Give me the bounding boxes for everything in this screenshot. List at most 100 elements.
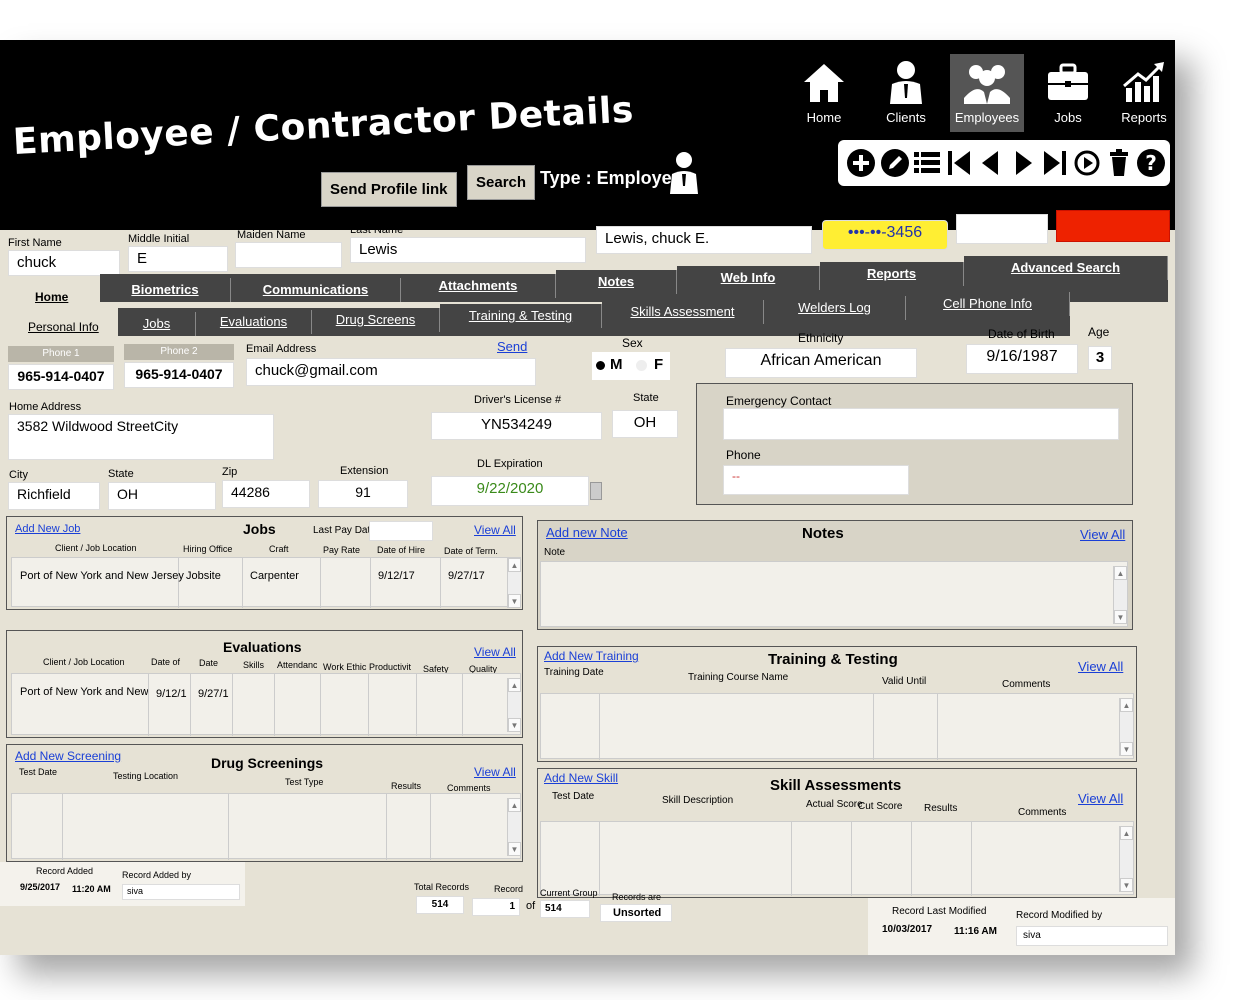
maiden-name-field[interactable] xyxy=(235,242,342,268)
display-name-field[interactable]: Lewis, chuck E. xyxy=(596,226,812,254)
add-new-note-link[interactable]: Add new Note xyxy=(546,525,628,540)
tab-home[interactable]: Home xyxy=(35,290,69,304)
employment-status-field[interactable] xyxy=(1056,210,1170,242)
dl-state-field[interactable]: OH xyxy=(612,410,678,438)
tab-advanced-search[interactable]: Advanced Search xyxy=(964,256,1168,280)
middle-initial-field[interactable]: E xyxy=(128,246,228,272)
phone1-label: Phone 1 xyxy=(8,346,114,362)
skills-scrollbar[interactable]: ▲ ▼ xyxy=(1119,826,1133,892)
emergency-contact-field[interactable] xyxy=(723,408,1119,440)
skills-view-all-link[interactable]: View All xyxy=(1078,791,1123,806)
add-new-job-link[interactable]: Add New Job xyxy=(15,523,80,535)
skills-col-date: Test Date xyxy=(552,791,595,802)
tab-jobs[interactable]: Jobs xyxy=(118,312,196,336)
email-field[interactable]: chuck@gmail.com xyxy=(246,358,536,386)
list-icon[interactable] xyxy=(912,148,942,178)
send-email-link[interactable]: Send xyxy=(497,339,527,354)
tab-biometrics[interactable]: Biometrics xyxy=(100,278,231,302)
employee-number-field[interactable] xyxy=(956,214,1048,244)
plus-icon[interactable] xyxy=(846,148,876,178)
tab-notes[interactable]: Notes xyxy=(556,270,677,294)
last-icon[interactable] xyxy=(1040,148,1070,178)
nav-jobs[interactable]: Jobs xyxy=(1042,58,1094,125)
add-new-training-link[interactable]: Add New Training xyxy=(544,649,639,663)
eval-cell-client[interactable]: Port of New York and New xyxy=(20,686,148,698)
tab-skills-assessment[interactable]: Skills Assessment xyxy=(602,300,764,324)
dl-expiration-field[interactable]: 9/22/2020 xyxy=(431,476,589,506)
help-icon[interactable]: ? xyxy=(1136,148,1166,178)
first-name-field[interactable]: chuck xyxy=(8,250,120,276)
record-number-field[interactable]: 1 xyxy=(472,898,520,916)
calendar-icon[interactable] xyxy=(590,482,602,500)
tab-personal-info[interactable]: Personal Info xyxy=(28,320,99,334)
add-new-screening-link[interactable]: Add New Screening xyxy=(15,749,121,763)
jobs-cell-hire[interactable]: 9/12/17 xyxy=(378,570,415,582)
jobs-view-all-link[interactable]: View All xyxy=(474,523,516,537)
last-pay-date-field[interactable] xyxy=(369,521,433,541)
training-view-all-link[interactable]: View All xyxy=(1078,659,1123,674)
edit-icon[interactable] xyxy=(880,148,910,178)
dob-field[interactable]: 9/16/1987 xyxy=(966,344,1078,374)
jobs-cell-office[interactable]: Jobsite xyxy=(186,570,221,582)
home-address-field[interactable]: 3582 Wildwood StreetCity xyxy=(8,414,274,460)
state-field[interactable]: OH xyxy=(108,482,216,510)
tab-web-info[interactable]: Web Info xyxy=(677,266,820,290)
phone1-field[interactable]: 965-914-0407 xyxy=(8,364,114,390)
footer-record-added: Record Added 9/25/2017 11:20 AM Record A… xyxy=(0,862,245,906)
emergency-phone-field[interactable]: -- xyxy=(723,465,909,495)
trash-icon[interactable] xyxy=(1104,148,1134,178)
tab-communications[interactable]: Communications xyxy=(231,278,401,302)
next-icon[interactable] xyxy=(1008,148,1038,178)
add-new-skill-link[interactable]: Add New Skill xyxy=(544,771,618,785)
phone2-field[interactable]: 965-914-0407 xyxy=(124,362,234,388)
nav-employees[interactable]: Employees xyxy=(950,54,1024,132)
jobs-cell-craft[interactable]: Carpenter xyxy=(250,570,299,582)
send-profile-button[interactable]: Send Profile link xyxy=(321,172,457,207)
last-name-field[interactable]: Lewis xyxy=(350,237,586,263)
drivers-license-field[interactable]: YN534249 xyxy=(431,412,602,440)
nav-home[interactable]: Home xyxy=(795,58,853,125)
nav-reports[interactable]: Reports xyxy=(1116,58,1172,125)
evaluations-scrollbar[interactable]: ▲ ▼ xyxy=(507,678,521,732)
skills-col-comments: Comments xyxy=(1018,807,1067,818)
sex-m-label: M xyxy=(610,356,623,373)
drug-scrollbar[interactable]: ▲ ▼ xyxy=(507,798,521,856)
ethnicity-label: Ethnicity xyxy=(798,331,844,345)
training-scrollbar[interactable]: ▲ ▼ xyxy=(1119,698,1133,756)
eval-col-date: Date xyxy=(199,658,219,668)
notes-view-all-link[interactable]: View All xyxy=(1080,527,1125,542)
zip-field[interactable]: 44286 xyxy=(222,480,310,508)
jobs-cell-term[interactable]: 9/27/17 xyxy=(448,570,485,582)
drug-view-all-link[interactable]: View All xyxy=(474,765,516,779)
sex-f-label: F xyxy=(654,356,664,373)
tab-training-testing[interactable]: Training & Testing xyxy=(440,304,602,328)
tab-reports[interactable]: Reports xyxy=(820,262,964,286)
tab-evaluations[interactable]: Evaluations xyxy=(196,310,312,334)
tab-attachments[interactable]: Attachments xyxy=(401,274,556,298)
tab-welders-log[interactable]: Welders Log xyxy=(764,296,906,320)
evaluations-view-all-link[interactable]: View All xyxy=(474,645,516,659)
eval-cell-date[interactable]: 9/27/1 xyxy=(198,688,229,700)
extension-field[interactable]: 91 xyxy=(318,480,408,508)
eval-cell-date-of[interactable]: 9/12/1 xyxy=(156,688,187,700)
sex-m-radio[interactable] xyxy=(596,361,605,370)
first-icon[interactable] xyxy=(944,148,974,178)
nav-clients[interactable]: Clients xyxy=(876,58,936,125)
jobs-cell-client[interactable]: Port of New York and New Jersey xyxy=(20,570,184,582)
current-group-field: 514 xyxy=(540,900,590,918)
tab-cell-phone-info[interactable]: Cell Phone Info xyxy=(906,292,1070,316)
play-icon[interactable] xyxy=(1072,148,1102,178)
prev-icon[interactable] xyxy=(976,148,1006,178)
tab-drug-screens[interactable]: Drug Screens xyxy=(312,308,440,332)
sex-f-radio[interactable] xyxy=(636,360,647,371)
search-button[interactable]: Search xyxy=(467,165,536,200)
ethnicity-field[interactable]: African American xyxy=(725,348,917,378)
drug-grid: ▲ ▼ xyxy=(11,793,521,860)
ssn-field[interactable]: •••-••-3456 xyxy=(822,220,948,250)
ssn-label: Social Security # xyxy=(826,204,908,216)
jobs-scrollbar[interactable]: ▲ ▼ xyxy=(507,558,521,608)
nav-jobs-label: Jobs xyxy=(1054,110,1082,125)
notes-scrollbar[interactable]: ▲ ▼ xyxy=(1113,566,1127,624)
city-field[interactable]: Richfield xyxy=(8,482,100,510)
notes-grid: ▲ ▼ xyxy=(540,561,1128,627)
